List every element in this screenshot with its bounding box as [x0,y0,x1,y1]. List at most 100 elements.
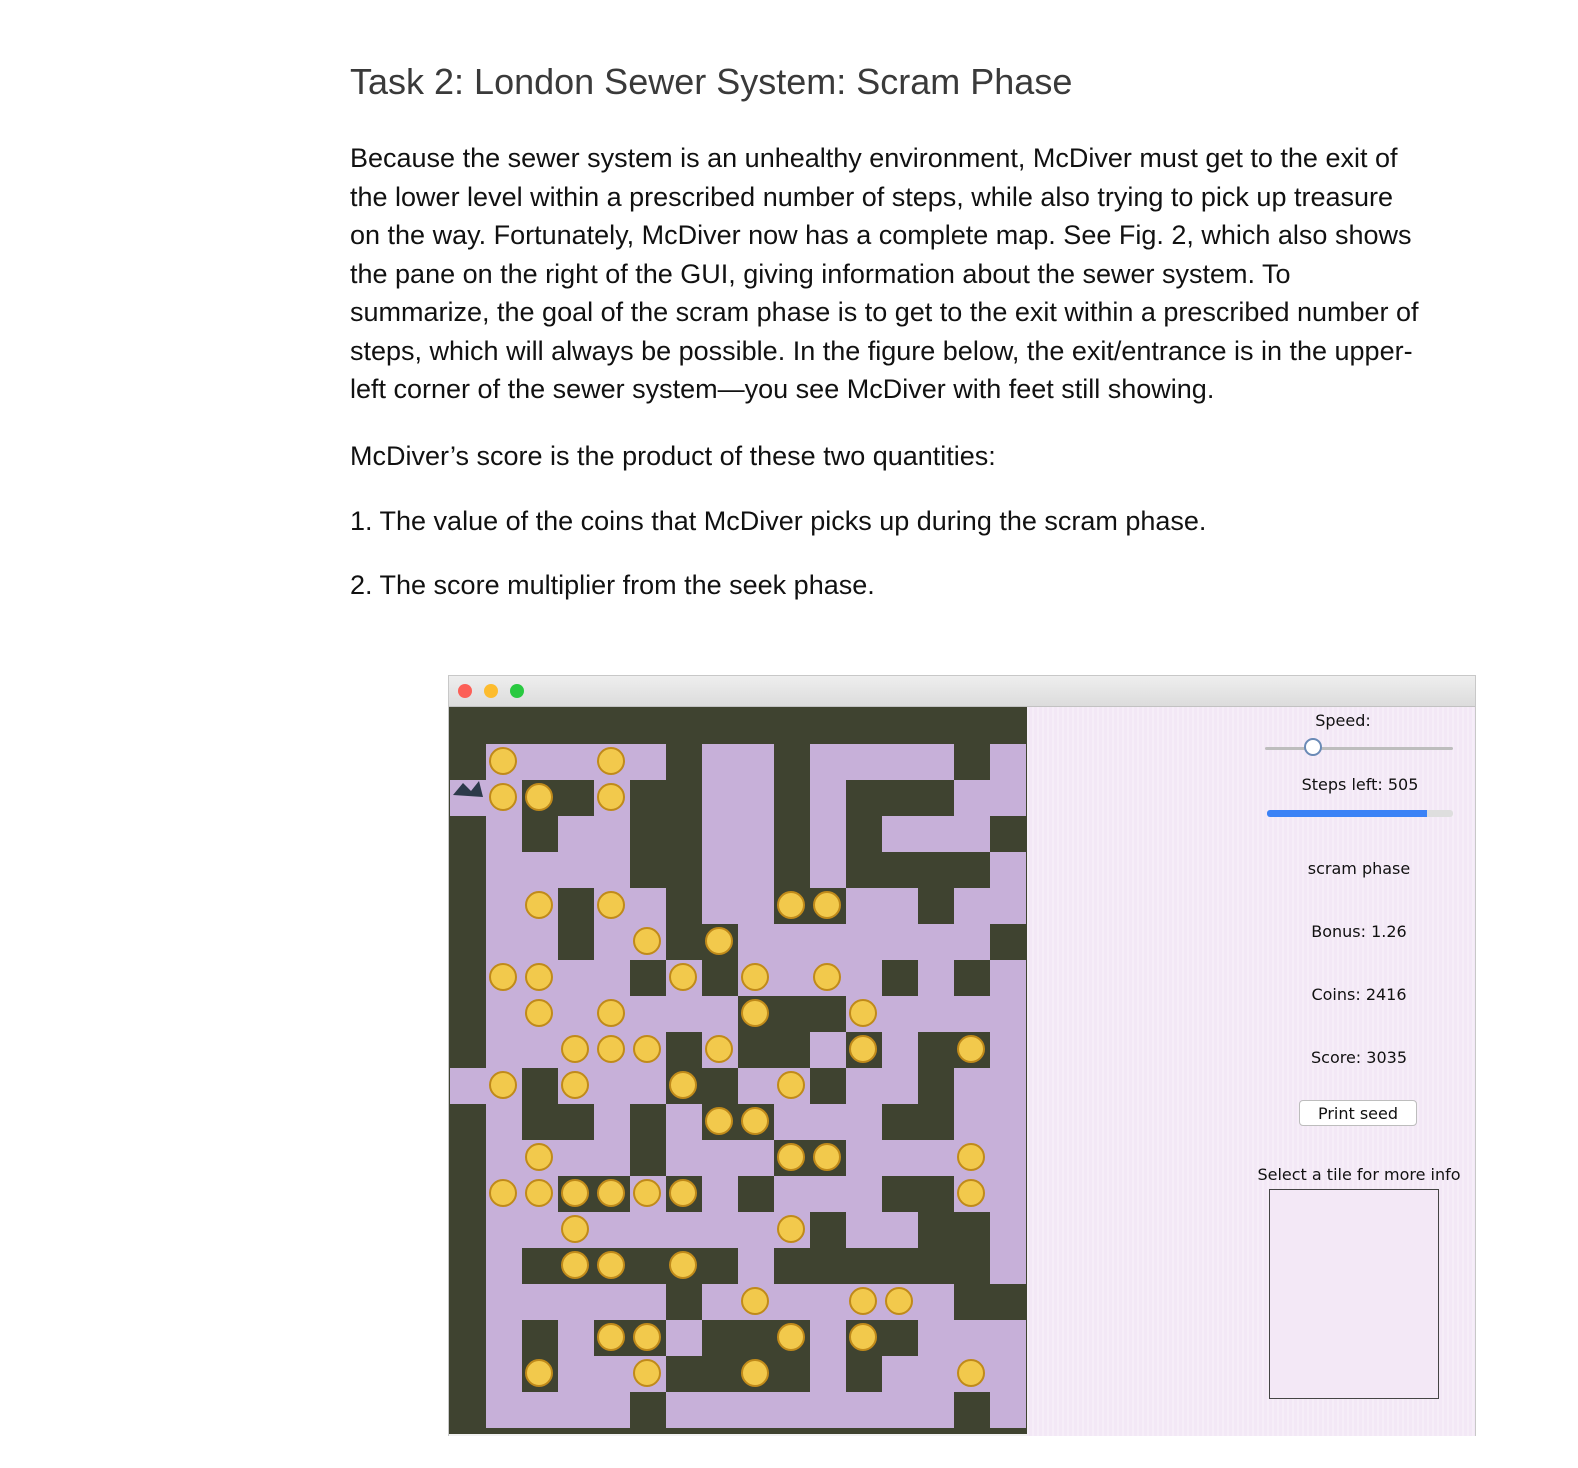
floor-tile[interactable] [738,1248,774,1284]
floor-tile[interactable] [522,1284,558,1320]
coin[interactable] [525,999,553,1027]
minimize-window-button[interactable] [484,684,498,698]
floor-tile[interactable] [594,1104,630,1140]
floor-tile[interactable] [810,816,846,852]
floor-tile[interactable] [666,1212,702,1248]
floor-tile[interactable] [990,1140,1026,1176]
coin[interactable] [705,1107,733,1135]
floor-tile[interactable] [558,744,594,780]
floor-tile[interactable] [954,1320,990,1356]
floor-tile[interactable] [918,1392,954,1428]
sewer-grid[interactable] [449,707,1027,1434]
floor-tile[interactable] [882,1032,918,1068]
floor-tile[interactable] [738,1392,774,1428]
coin[interactable] [597,999,625,1027]
floor-tile[interactable] [630,744,666,780]
coin[interactable] [813,891,841,919]
floor-tile[interactable] [738,1068,774,1104]
floor-tile[interactable] [702,1284,738,1320]
floor-tile[interactable] [774,960,810,996]
floor-tile[interactable] [702,1392,738,1428]
floor-tile[interactable] [558,1284,594,1320]
floor-tile[interactable] [558,1140,594,1176]
floor-tile[interactable] [486,888,522,924]
coin[interactable] [957,1035,985,1063]
coin[interactable] [813,963,841,991]
coin[interactable] [885,1287,913,1315]
coin[interactable] [489,1179,517,1207]
floor-tile[interactable] [738,816,774,852]
floor-tile[interactable] [486,852,522,888]
coin[interactable] [561,1179,589,1207]
coin[interactable] [669,1179,697,1207]
coin[interactable] [525,963,553,991]
floor-tile[interactable] [774,924,810,960]
coin[interactable] [597,783,625,811]
close-window-button[interactable] [458,684,472,698]
floor-tile[interactable] [486,1032,522,1068]
floor-tile[interactable] [954,816,990,852]
coin[interactable] [705,1035,733,1063]
floor-tile[interactable] [486,816,522,852]
coin[interactable] [489,963,517,991]
floor-tile[interactable] [558,1320,594,1356]
floor-tile[interactable] [738,1212,774,1248]
floor-tile[interactable] [630,1212,666,1248]
floor-tile[interactable] [846,888,882,924]
floor-tile[interactable] [666,1140,702,1176]
floor-tile[interactable] [882,996,918,1032]
floor-tile[interactable] [918,960,954,996]
coin[interactable] [561,1035,589,1063]
floor-tile[interactable] [558,960,594,996]
coin[interactable] [597,747,625,775]
floor-tile[interactable] [810,1392,846,1428]
floor-tile[interactable] [558,996,594,1032]
coin[interactable] [489,747,517,775]
coin[interactable] [669,963,697,991]
floor-tile[interactable] [846,1140,882,1176]
floor-tile[interactable] [990,1104,1026,1140]
coin[interactable] [741,963,769,991]
coin[interactable] [525,891,553,919]
coin[interactable] [777,1143,805,1171]
coin[interactable] [597,891,625,919]
floor-tile[interactable] [882,1392,918,1428]
floor-tile[interactable] [738,1140,774,1176]
floor-tile[interactable] [846,924,882,960]
coin[interactable] [741,1359,769,1387]
coin[interactable] [813,1143,841,1171]
floor-tile[interactable] [738,852,774,888]
floor-tile[interactable] [558,1392,594,1428]
floor-tile[interactable] [630,1284,666,1320]
floor-tile[interactable] [630,1068,666,1104]
floor-tile[interactable] [882,1068,918,1104]
floor-tile[interactable] [882,816,918,852]
floor-tile[interactable] [486,1284,522,1320]
floor-tile[interactable] [702,744,738,780]
floor-tile[interactable] [810,744,846,780]
coin[interactable] [777,1323,805,1351]
coin[interactable] [633,1359,661,1387]
floor-tile[interactable] [702,852,738,888]
floor-tile[interactable] [990,1212,1026,1248]
floor-tile[interactable] [774,1176,810,1212]
speed-slider-track[interactable] [1265,747,1453,750]
floor-tile[interactable] [774,1392,810,1428]
floor-tile[interactable] [882,924,918,960]
coin[interactable] [741,999,769,1027]
floor-tile[interactable] [990,780,1026,816]
floor-tile[interactable] [522,1032,558,1068]
floor-tile[interactable] [990,1248,1026,1284]
floor-tile[interactable] [486,1356,522,1392]
coin[interactable] [525,1179,553,1207]
floor-tile[interactable] [846,1104,882,1140]
floor-tile[interactable] [918,1284,954,1320]
coin[interactable] [777,1071,805,1099]
floor-tile[interactable] [990,1320,1026,1356]
coin[interactable] [633,1179,661,1207]
floor-tile[interactable] [594,852,630,888]
floor-tile[interactable] [702,1176,738,1212]
coin[interactable] [741,1107,769,1135]
floor-tile[interactable] [810,1356,846,1392]
coin[interactable] [669,1251,697,1279]
